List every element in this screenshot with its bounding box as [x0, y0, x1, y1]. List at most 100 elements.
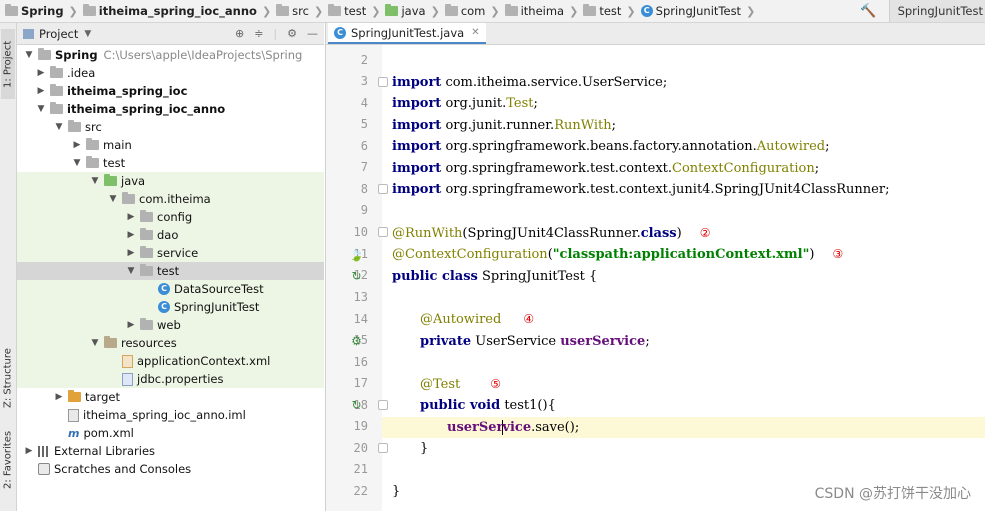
- tree-node-src[interactable]: ▼ src: [17, 118, 360, 136]
- breadcrumb-spring[interactable]: Spring: [5, 4, 64, 18]
- fold-marker[interactable]: [378, 400, 388, 410]
- fold-marker[interactable]: [378, 227, 388, 237]
- package-icon: [140, 318, 153, 330]
- tree-node-config[interactable]: ▶ config: [17, 208, 324, 226]
- folder-icon: [82, 4, 96, 16]
- breadcrumb-com[interactable]: com: [444, 4, 485, 18]
- tree-node-pom[interactable]: m pom.xml: [17, 424, 372, 442]
- close-icon[interactable]: ✕: [471, 27, 479, 38]
- chevron-down-icon[interactable]: ▼: [125, 266, 137, 276]
- tab-favorites-tool[interactable]: 2: Favorites: [1, 425, 15, 495]
- tree-node-spring[interactable]: ▼ Spring C:\Users\apple\IdeaProjects\Spri…: [17, 46, 330, 64]
- annotation-marker-3: ③: [832, 247, 844, 261]
- autowired-bean-icon[interactable]: ⚙: [349, 334, 364, 349]
- chevron-right-icon[interactable]: ▶: [35, 68, 47, 78]
- line-number: 21: [353, 462, 368, 476]
- code-line-18: public void test1(){: [420, 398, 556, 413]
- tree-node-applicationcontext[interactable]: applicationContext.xml: [17, 352, 324, 370]
- tree-node-scratches[interactable]: Scratches and Consoles: [17, 460, 342, 478]
- tree-node-module-ioc-anno[interactable]: ▼ itheima_spring_ioc_anno: [17, 100, 342, 118]
- folder-icon: [86, 138, 99, 150]
- run-test-icon[interactable]: ↻: [349, 269, 364, 284]
- tree-node-target[interactable]: ▶ target: [17, 388, 360, 406]
- tree-node-dao[interactable]: ▶ dao: [17, 226, 324, 244]
- tree-node-main[interactable]: ▶ main: [17, 136, 378, 154]
- breadcrumb-src[interactable]: src: [276, 4, 309, 18]
- chevron-right-icon[interactable]: ▶: [125, 212, 137, 222]
- chevron-right-icon[interactable]: ▶: [35, 86, 47, 96]
- breadcrumb-test[interactable]: test: [328, 4, 366, 18]
- chevron-down-icon[interactable]: ▼: [107, 194, 119, 204]
- breadcrumb-test-package[interactable]: test: [583, 4, 621, 18]
- run-configuration-select[interactable]: SpringJunitTest: [888, 0, 985, 22]
- tree-node-package[interactable]: ▼ com.itheima: [17, 190, 324, 208]
- code-line-10: @RunWith(SpringJUnit4ClassRunner.class) ②: [392, 226, 711, 241]
- chevron-down-icon[interactable]: ▼: [84, 29, 91, 39]
- chevron-down-icon[interactable]: ▼: [35, 104, 47, 114]
- project-view-icon: [23, 28, 34, 39]
- breadcrumb-separator: ❯: [490, 4, 500, 18]
- tree-node-web[interactable]: ▶ web: [17, 316, 324, 334]
- watermark: CSDN @苏打饼干没加心: [814, 486, 971, 502]
- tree-node-module-ioc[interactable]: ▶ itheima_spring_ioc: [17, 82, 342, 100]
- chevron-right-icon[interactable]: ▶: [53, 392, 65, 402]
- tree-node-springjunittest[interactable]: C SpringJunitTest: [17, 298, 324, 316]
- chevron-right-icon[interactable]: ▶: [125, 230, 137, 240]
- breadcrumb-separator: ❯: [261, 4, 272, 18]
- tree-node-test-dir[interactable]: ▼ test: [17, 154, 378, 172]
- chevron-right-icon[interactable]: ▶: [23, 446, 35, 456]
- tree-node-service[interactable]: ▶ service: [17, 244, 324, 262]
- run-test-icon[interactable]: ↻: [349, 398, 364, 413]
- chevron-right-icon[interactable]: ▶: [125, 320, 137, 330]
- chevron-right-icon[interactable]: ▶: [71, 140, 83, 150]
- fold-marker[interactable]: [378, 77, 388, 87]
- annotation-marker-4: ④: [523, 312, 535, 326]
- code-editor[interactable]: import com.itheima.service.UserService; …: [382, 45, 985, 511]
- chevron-down-icon[interactable]: ▼: [89, 176, 101, 186]
- line-number: 17: [353, 376, 368, 390]
- tree-node-iml[interactable]: itheima_spring_ioc_anno.iml: [17, 406, 372, 424]
- fold-marker[interactable]: [378, 184, 388, 194]
- line-number: 5: [360, 117, 368, 131]
- left-tool-strip: 1: Project Z: Structure 2: Favorites: [0, 23, 17, 511]
- gear-icon[interactable]: ⚙: [287, 27, 297, 40]
- locate-icon[interactable]: ⊕: [235, 27, 244, 40]
- breadcrumb-class[interactable]: C SpringJunitTest: [640, 4, 741, 18]
- chevron-right-icon[interactable]: ▶: [125, 248, 137, 258]
- tree-node-resources[interactable]: ▼ resources: [17, 334, 324, 352]
- build-hammer-icon[interactable]: 🔨: [860, 4, 876, 19]
- tab-project-tool[interactable]: 1: Project: [1, 29, 15, 99]
- chevron-down-icon[interactable]: ▼: [53, 122, 65, 132]
- breadcrumb-java[interactable]: java: [385, 4, 426, 18]
- chevron-down-icon[interactable]: ▼: [89, 338, 101, 348]
- line-number: 2: [360, 53, 368, 67]
- tree-node-idea[interactable]: ▶ .idea: [17, 64, 342, 82]
- breadcrumb-itheima[interactable]: itheima: [504, 4, 564, 18]
- minimize-icon[interactable]: —: [307, 27, 318, 40]
- collapse-all-icon[interactable]: ≑: [254, 27, 263, 40]
- tree-node-jdbc-properties[interactable]: jdbc.properties: [17, 370, 324, 388]
- folder-icon: [50, 84, 63, 96]
- line-number: 14: [353, 312, 368, 326]
- chevron-down-icon[interactable]: ▼: [23, 50, 35, 60]
- chevron-down-icon[interactable]: ▼: [71, 158, 83, 168]
- tree-node-external-libraries[interactable]: ▶ External Libraries: [17, 442, 330, 460]
- tree-node-datasourcetest[interactable]: C DataSourceTest: [17, 280, 324, 298]
- fold-marker[interactable]: [378, 443, 388, 453]
- tree-node-test-package[interactable]: ▼ test: [17, 262, 324, 280]
- tab-structure-tool[interactable]: Z: Structure: [1, 338, 15, 418]
- library-icon: [38, 445, 50, 457]
- line-number: 16: [353, 355, 368, 369]
- breadcrumb-separator: ❯: [626, 4, 636, 18]
- properties-file-icon: [122, 372, 133, 386]
- scratches-icon: [38, 463, 50, 475]
- breadcrumb-module[interactable]: itheima_spring_ioc_anno: [82, 4, 257, 18]
- project-view-select[interactable]: Project: [39, 27, 78, 41]
- tab-springjunittest[interactable]: C SpringJunitTest.java ✕: [328, 23, 486, 44]
- line-number: 7: [360, 160, 368, 174]
- tool-divider: |: [273, 27, 278, 40]
- spring-leaf-icon[interactable]: 🍃: [349, 248, 364, 263]
- folder-icon: [385, 4, 399, 16]
- tree-node-java[interactable]: ▼ java: [17, 172, 324, 190]
- code-line-17: @Test ⑤: [420, 377, 502, 392]
